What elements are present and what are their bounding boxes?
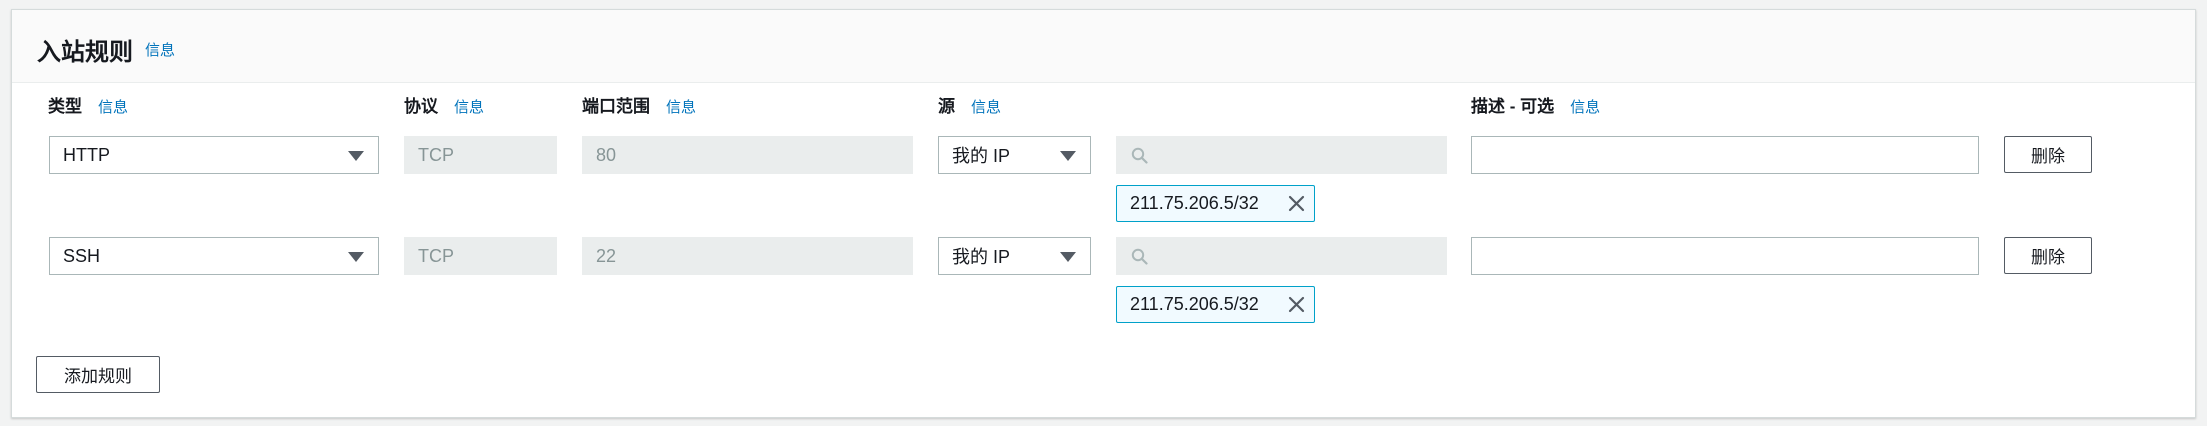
rule-1-delete-button[interactable]: 删除	[2004, 136, 2092, 173]
search-icon	[1131, 248, 1148, 265]
rule-2-protocol-field: TCP	[404, 237, 557, 275]
rule-1-source-token-label: 211.75.206.5/32	[1130, 193, 1259, 213]
col-label-type-text: 类型	[48, 97, 82, 116]
rule-2-source-type-value: 我的 IP	[952, 247, 1011, 267]
col-label-source: 源 信息	[938, 92, 1001, 117]
source-info-link[interactable]: 信息	[971, 96, 1001, 117]
col-label-protocol: 协议 信息	[404, 92, 484, 117]
rule-2-source-token: 211.75.206.5/32	[1116, 286, 1315, 323]
port-range-info-link[interactable]: 信息	[666, 96, 696, 117]
rule-1-source-token: 211.75.206.5/32	[1116, 185, 1315, 222]
protocol-info-link[interactable]: 信息	[454, 96, 484, 117]
close-icon[interactable]	[1288, 195, 1305, 212]
rule-2-delete-button[interactable]: 删除	[2004, 237, 2092, 274]
rule-1-protocol-value: TCP	[418, 144, 454, 165]
rule-1-protocol-field: TCP	[404, 136, 557, 174]
rule-2-description-input[interactable]	[1471, 237, 1979, 275]
rule-2-source-token-label: 211.75.206.5/32	[1130, 294, 1259, 314]
inbound-rules-panel: 入站规则 信息 类型 信息 协议 信息 端口范围 信息 源 信息 描述 - 可选…	[11, 9, 2196, 418]
col-label-description-text: 描述 - 可选	[1471, 97, 1555, 116]
col-label-type: 类型 信息	[48, 92, 128, 117]
rule-2-protocol-value: TCP	[418, 245, 454, 266]
add-rule-button[interactable]: 添加规则	[36, 356, 160, 393]
col-label-description: 描述 - 可选 信息	[1471, 92, 1600, 117]
rule-2-port-range-field: 22	[582, 237, 913, 275]
rule-1-source-type-select[interactable]: 我的 IP	[938, 136, 1091, 174]
panel-header: 入站规则 信息	[12, 10, 2195, 83]
rule-1-port-range-field: 80	[582, 136, 913, 174]
description-info-link[interactable]: 信息	[1570, 96, 1600, 117]
type-info-link[interactable]: 信息	[98, 96, 128, 117]
rule-2-type-value: SSH	[63, 245, 101, 266]
search-icon	[1131, 147, 1148, 164]
rule-2-type-select[interactable]: SSH	[49, 237, 379, 275]
panel-title: 入站规则	[37, 39, 133, 66]
chevron-down-icon	[1060, 252, 1076, 262]
chevron-down-icon	[348, 151, 364, 161]
rule-1-port-range-value: 80	[596, 144, 617, 165]
rule-2-source-type-select[interactable]: 我的 IP	[938, 237, 1091, 275]
rule-2-port-range-value: 22	[596, 245, 617, 266]
chevron-down-icon	[348, 252, 364, 262]
col-label-source-text: 源	[938, 97, 955, 116]
rule-1-source-search-input[interactable]	[1116, 136, 1447, 174]
col-label-port-range-text: 端口范围	[582, 97, 650, 116]
close-icon[interactable]	[1288, 296, 1305, 313]
rule-1-description-input[interactable]	[1471, 136, 1979, 174]
col-label-port-range: 端口范围 信息	[582, 92, 696, 117]
rule-1-type-select[interactable]: HTTP	[49, 136, 379, 174]
chevron-down-icon	[1060, 151, 1076, 161]
rule-1-type-value: HTTP	[63, 144, 110, 165]
col-label-protocol-text: 协议	[404, 97, 438, 116]
panel-info-link[interactable]: 信息	[145, 39, 175, 60]
rule-2-source-search-input[interactable]	[1116, 237, 1447, 275]
rule-1-source-type-value: 我的 IP	[952, 146, 1011, 166]
